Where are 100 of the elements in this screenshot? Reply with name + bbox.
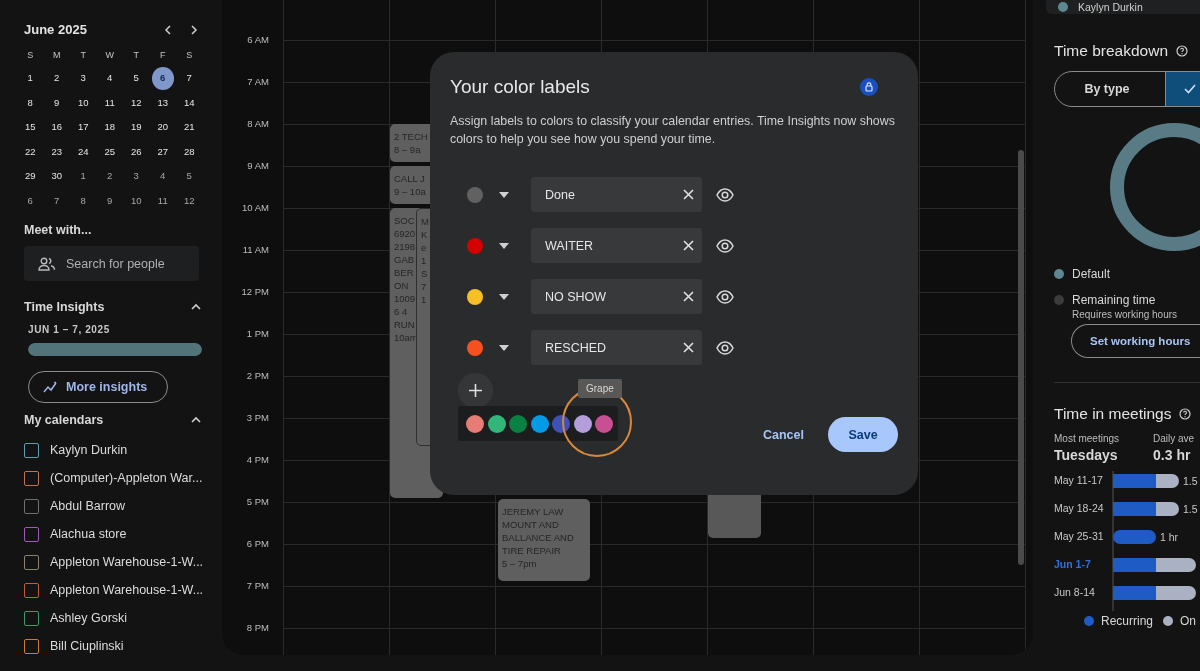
calendar-day[interactable]: 18: [98, 116, 121, 139]
color-swatch[interactable]: [466, 414, 484, 433]
label-field[interactable]: NO SHOW: [531, 279, 702, 314]
week-label[interactable]: Jun 8-14: [1054, 586, 1095, 598]
calendar-day[interactable]: 7: [178, 67, 201, 90]
calendar-day[interactable]: 22: [19, 140, 42, 163]
calendar-checkbox[interactable]: [24, 442, 39, 458]
next-icon[interactable]: [188, 23, 200, 36]
color-swatch[interactable]: [530, 414, 549, 433]
color-swatch[interactable]: [487, 414, 506, 433]
eye-icon[interactable]: [716, 338, 734, 357]
legend-label: Default: [1072, 267, 1111, 281]
close-icon[interactable]: [683, 240, 694, 251]
close-icon[interactable]: [683, 189, 694, 200]
calendar-day[interactable]: 8: [19, 91, 42, 114]
legend-label: Remaining time: [1072, 293, 1157, 307]
calendar-day[interactable]: 9: [98, 189, 121, 212]
calendar-day[interactable]: 29: [19, 165, 42, 188]
label-field[interactable]: RESCHED: [531, 330, 702, 365]
calendar-day[interactable]: 13: [151, 91, 174, 114]
calendar-day[interactable]: 24: [72, 140, 95, 163]
caret-icon[interactable]: [499, 242, 509, 249]
tooltip: Grape: [578, 379, 622, 398]
calendar-day[interactable]: 9: [45, 91, 68, 114]
calendar-day[interactable]: 28: [178, 140, 201, 163]
calendar-day[interactable]: 10: [72, 91, 95, 114]
search-field[interactable]: Search for people: [24, 246, 199, 281]
caret-icon[interactable]: [499, 344, 509, 351]
cancel-button[interactable]: Cancel: [757, 417, 810, 452]
calendar-day[interactable]: 2: [45, 67, 68, 90]
calendar-day[interactable]: 3: [125, 165, 148, 188]
calendar-day[interactable]: 27: [151, 140, 174, 163]
color-swatch[interactable]: [573, 414, 592, 433]
calendar-day[interactable]: 10: [125, 189, 148, 212]
calendar-day[interactable]: 14: [178, 91, 201, 114]
value-label: 1.5: [1183, 503, 1198, 515]
week-label[interactable]: May 11-17: [1054, 474, 1103, 486]
eye-icon[interactable]: [716, 185, 734, 204]
color-dot[interactable]: [467, 186, 483, 203]
calendar-day[interactable]: 12: [178, 189, 201, 212]
color-swatch[interactable]: [595, 414, 613, 433]
calendar-day[interactable]: 11: [151, 189, 174, 212]
calendar-day[interactable]: 11: [98, 91, 121, 114]
stat-value: Tuesdays: [1054, 447, 1119, 463]
calendar-day[interactable]: 8: [72, 189, 95, 212]
calendar-day[interactable]: 23: [45, 140, 68, 163]
calendar-day[interactable]: 19: [125, 116, 148, 139]
calendar-day[interactable]: 12: [125, 91, 148, 114]
calendar-checkbox[interactable]: [24, 554, 39, 570]
calendar-checkbox[interactable]: [24, 498, 39, 514]
previous-icon[interactable]: [162, 23, 174, 36]
calendar-day[interactable]: 1: [72, 165, 95, 188]
calendar-day[interactable]: 7: [45, 189, 68, 212]
calendar-day[interactable]: 5: [125, 67, 148, 90]
calendar-day[interactable]: 3: [72, 67, 95, 90]
bar-drawing: [1113, 474, 1179, 488]
close-icon[interactable]: [683, 291, 694, 302]
close-icon[interactable]: [683, 342, 694, 353]
color-swatch[interactable]: [509, 414, 527, 433]
calendar-day[interactable]: 21: [178, 116, 201, 139]
calendar-day[interactable]: 1: [19, 67, 42, 90]
calendar-day[interactable]: 4: [151, 165, 174, 188]
help-icon[interactable]: [1179, 408, 1192, 420]
calendar-day[interactable]: 25: [98, 140, 121, 163]
help-icon[interactable]: [1176, 45, 1188, 57]
calendar-day[interactable]: 5: [178, 165, 201, 188]
week-label[interactable]: May 25-31: [1054, 530, 1104, 542]
eye-icon[interactable]: [716, 236, 734, 255]
calendar-day[interactable]: 17: [72, 116, 95, 139]
color-dot[interactable]: [467, 237, 483, 254]
calendar-day[interactable]: 30: [45, 165, 68, 188]
save-button[interactable]: Save: [828, 417, 898, 452]
label-field[interactable]: WAITER: [531, 228, 702, 263]
calendar-checkbox[interactable]: [24, 470, 39, 486]
calendar-checkbox[interactable]: [24, 582, 39, 598]
scrollbar[interactable]: [1018, 150, 1024, 565]
week-label[interactable]: May 18-24: [1054, 502, 1104, 514]
hour-label: 12 PM: [240, 285, 270, 299]
caret-icon[interactable]: [499, 293, 509, 300]
calendar-day[interactable]: 6: [151, 67, 174, 90]
calendar-day[interactable]: 15: [19, 116, 42, 139]
dialog-description: Assign labels to colors to classify your calendar entries. Time Insights now shows colors to help you see how you spend your time.: [450, 113, 896, 148]
calendar-day[interactable]: 2: [98, 165, 121, 188]
calendar-day[interactable]: 16: [45, 116, 68, 139]
week-label[interactable]: Jun 1-7: [1054, 558, 1091, 570]
color-dot[interactable]: [467, 288, 483, 305]
calendar-checkbox[interactable]: [24, 526, 39, 542]
hour-label: 7 PM: [245, 579, 270, 593]
add-label-button[interactable]: [458, 373, 493, 408]
calendar-day[interactable]: 6: [19, 189, 42, 212]
calendar-checkbox[interactable]: [24, 610, 39, 626]
caret-icon[interactable]: [499, 191, 509, 198]
label-field[interactable]: Done: [531, 177, 702, 212]
calendar-day[interactable]: 26: [125, 140, 148, 163]
calendar-day[interactable]: 4: [98, 67, 121, 90]
calendar-checkbox[interactable]: [24, 638, 39, 654]
eye-icon[interactable]: [716, 287, 734, 306]
color-swatch[interactable]: [552, 414, 570, 433]
calendar-day[interactable]: 20: [151, 116, 174, 139]
color-dot[interactable]: [467, 339, 483, 356]
